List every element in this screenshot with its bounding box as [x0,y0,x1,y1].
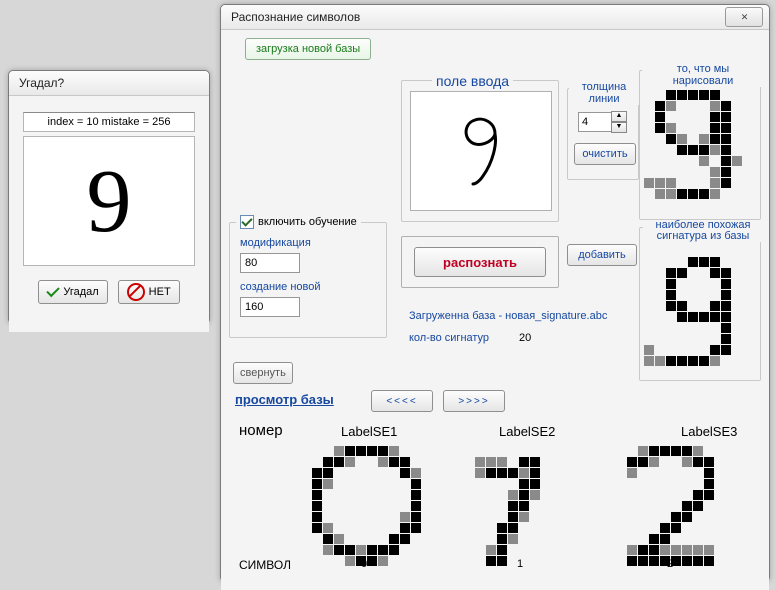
clear-label: очистить [582,148,627,160]
draw-canvas[interactable] [410,91,552,211]
labelse2: LabelSE2 [499,424,555,439]
result-window: Угадал? index = 10 mistake = 256 9 Угада… [8,70,210,324]
next-button[interactable]: >>>> [443,390,505,412]
best-title: наиболее похожая сигнатура из базы [643,220,763,242]
recognize-label: распознать [443,255,517,270]
labelse1: LabelSE1 [341,424,397,439]
main-window: Распознание символов ✕ загрузка новой ба… [220,4,770,582]
drawn-pixmap [644,79,754,203]
load-db-label: загрузка новой базы [256,43,360,55]
train-checkbox-label: включить обучение [258,216,357,228]
db-pixmap-2 [605,446,737,570]
db-pixmap-0 [301,446,433,570]
create-label: создание новой [240,281,321,293]
check-icon [47,286,59,298]
spin-up-icon[interactable]: ▲ [611,111,627,122]
recognize-button[interactable]: распознать [414,247,546,277]
browse-title[interactable]: просмотр базы [235,392,334,407]
input-group-title: поле ввода [432,73,513,89]
train-checkbox[interactable] [240,215,254,229]
add-label: добавить [578,249,625,261]
handwritten-9-icon [411,92,551,210]
symbol-1: 1 [517,558,523,570]
prev-button[interactable]: <<<< [371,390,433,412]
result-title: Угадал? [19,76,64,90]
labelse3: LabelSE3 [681,424,737,439]
db-pixmap-1 [453,446,585,570]
thickness-group: толщина линии ▲ ▼ очистить [567,88,639,180]
input-group: поле ввода [401,80,559,222]
db-count-label: кол-во сигнатур [409,332,489,344]
close-button[interactable]: ✕ [725,7,763,27]
prev-label: <<<< [386,396,417,407]
mod-label: модификация [240,237,311,249]
best-pixmap [644,246,754,370]
main-title: Распознание символов [231,10,360,24]
result-titlebar[interactable]: Угадал? [9,71,209,96]
recognize-group: распознать [401,236,559,288]
main-titlebar[interactable]: Распознание символов ✕ [221,5,769,30]
no-icon [127,283,145,301]
add-button[interactable]: добавить [567,244,637,266]
best-group: наиболее похожая сигнатура из базы [639,227,761,381]
result-digit: 9 [23,136,195,266]
mod-input[interactable] [240,253,300,273]
yes-button[interactable]: Угадал [38,280,107,304]
load-db-tab[interactable]: загрузка новой базы [245,38,371,60]
next-label: >>>> [458,396,489,407]
result-info: index = 10 mistake = 256 [23,112,195,132]
col-number: номер [239,422,283,439]
clear-button[interactable]: очистить [574,143,636,165]
create-input[interactable] [240,297,300,317]
symbol-0: 0 [361,558,367,570]
training-group: включить обучение модификация создание н… [229,222,387,338]
db-count-value: 20 [519,332,531,344]
collapse-label: свернуть [240,367,286,379]
col-symbol: СИМВОЛ [239,558,291,572]
spin-down-icon[interactable]: ▼ [611,122,627,133]
close-icon: ✕ [741,12,748,23]
thickness-label: толщина линии [569,81,639,105]
thickness-spinner[interactable]: ▲ ▼ [578,111,627,133]
db-loaded-text: Загруженна база - новая_signature.abc [409,310,607,322]
symbol-2: 2 [667,558,673,570]
collapse-button[interactable]: свернуть [233,362,293,384]
no-button[interactable]: НЕТ [118,280,180,304]
drawn-group: то, что мы нарисовали [639,70,761,220]
yes-label: Угадал [63,286,98,298]
thickness-input[interactable] [578,112,612,132]
no-label: НЕТ [149,286,171,298]
